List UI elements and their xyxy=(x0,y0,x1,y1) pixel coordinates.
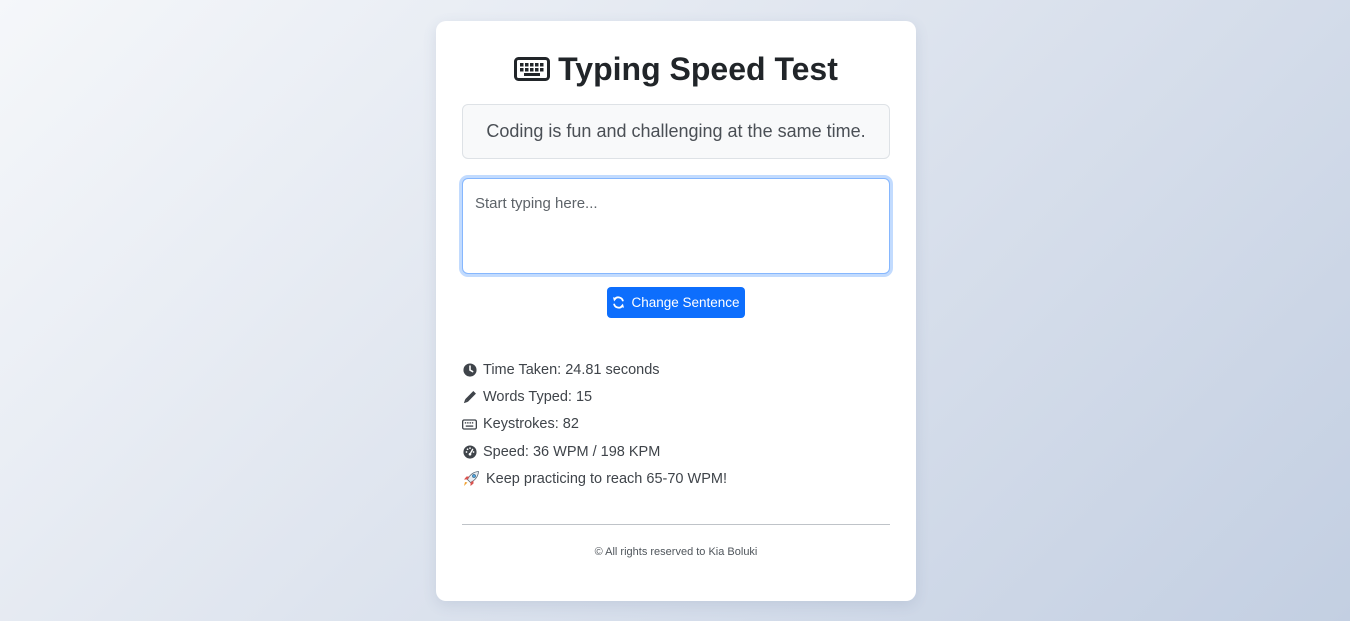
target-sentence: Coding is fun and challenging at the sam… xyxy=(462,104,890,159)
stat-keystrokes-text: Keystrokes: 82 xyxy=(483,416,579,433)
clock-icon xyxy=(462,362,477,377)
page-title-text: Typing Speed Test xyxy=(558,50,838,87)
keyboard-icon xyxy=(514,57,551,81)
change-sentence-label: Change Sentence xyxy=(631,295,740,310)
stat-time-taken-text: Time Taken: 24.81 seconds xyxy=(483,361,660,378)
stat-words-typed-text: Words Typed: 15 xyxy=(483,389,593,406)
results-panel: Time Taken: 24.81 seconds Words Typed: 1… xyxy=(462,356,892,493)
pencil-icon xyxy=(462,390,477,405)
footer-text: © All rights reserved to Kia Boluki xyxy=(594,546,758,558)
stat-time-taken: Time Taken: 24.81 seconds xyxy=(462,356,892,383)
rocket-icon xyxy=(462,470,480,488)
keyboard-icon xyxy=(462,417,477,432)
change-sentence-button[interactable]: Change Sentence xyxy=(607,287,745,318)
stat-words-typed: Words Typed: 15 xyxy=(462,383,892,410)
stat-motivation: Keep practicing to reach 65-70 WPM! xyxy=(462,466,892,493)
stat-motivation-text: Keep practicing to reach 65-70 WPM! xyxy=(486,471,727,488)
footer-divider xyxy=(462,524,890,525)
refresh-icon xyxy=(612,296,625,309)
typing-input[interactable] xyxy=(462,178,890,274)
footer: © All rights reserved to Kia Boluki xyxy=(436,546,916,558)
gauge-icon xyxy=(462,444,477,459)
stat-speed-text: Speed: 36 WPM / 198 KPM xyxy=(483,443,661,460)
page-title: Typing Speed Test xyxy=(436,47,916,91)
target-sentence-text: Coding is fun and challenging at the sam… xyxy=(486,121,866,141)
stat-speed: Speed: 36 WPM / 198 KPM xyxy=(462,438,892,465)
stat-keystrokes: Keystrokes: 82 xyxy=(462,411,892,438)
typing-test-card: Typing Speed Test Coding is fun and chal… xyxy=(436,21,916,601)
